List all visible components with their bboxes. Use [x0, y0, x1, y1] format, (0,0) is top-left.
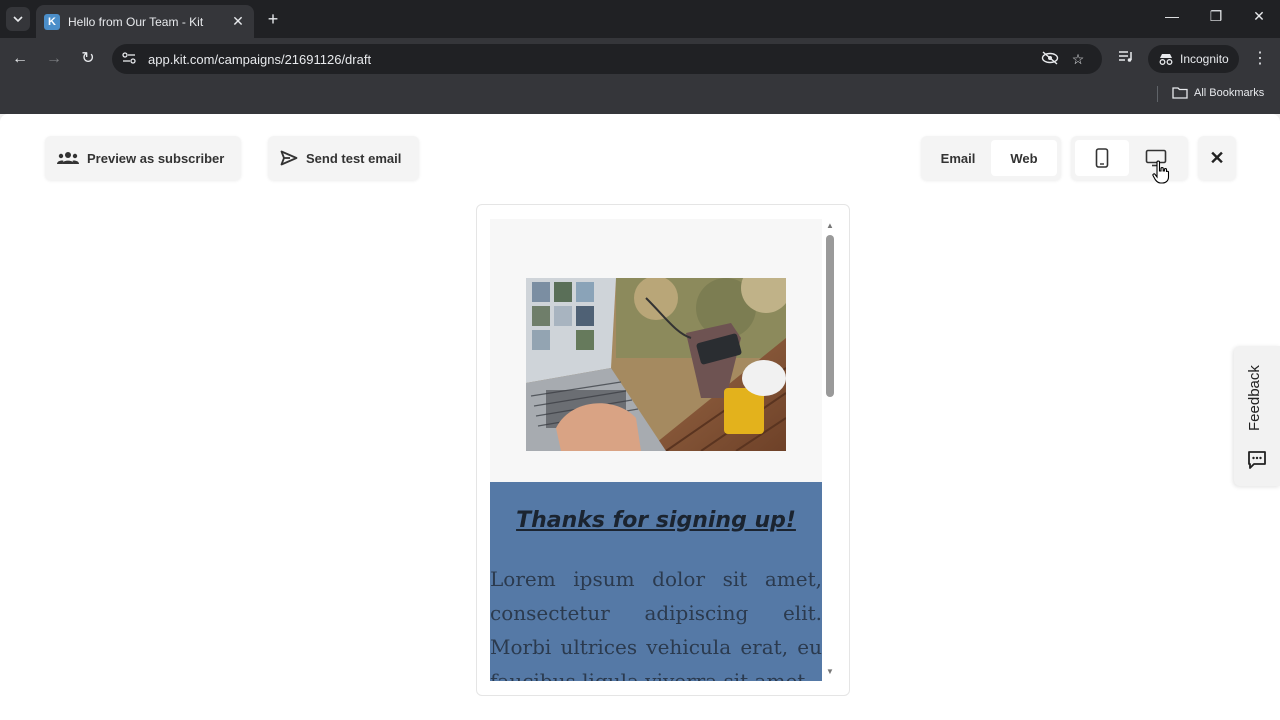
tab-email[interactable]: Email	[925, 140, 991, 176]
back-arrow-icon[interactable]: ←	[9, 48, 31, 70]
feedback-tab[interactable]: Feedback	[1234, 346, 1280, 486]
device-toggle	[1071, 136, 1188, 180]
new-tab-button[interactable]: +	[262, 8, 284, 30]
incognito-indicator[interactable]: Incognito	[1148, 45, 1239, 73]
bookmarks-divider	[1157, 86, 1158, 102]
site-info-icon[interactable]	[122, 51, 144, 67]
send-test-email-button[interactable]: Send test email	[268, 136, 419, 180]
forward-arrow-icon[interactable]: →	[43, 48, 65, 70]
email-body-text: Lorem ipsum dolor sit amet, consectetur …	[490, 567, 822, 681]
email-preview-frame: Thanks for signing up! Lorem ipsum dolor…	[476, 204, 850, 696]
preview-label: Preview as subscriber	[87, 150, 225, 166]
mobile-view-button[interactable]	[1075, 140, 1129, 176]
scroll-up-icon[interactable]: ▲	[824, 221, 836, 230]
url-text[interactable]: app.kit.com/campaigns/21691126/draft	[148, 52, 1036, 67]
close-preview-button[interactable]: ✕	[1198, 136, 1236, 180]
hand-cursor-icon	[1152, 160, 1170, 184]
send-test-label: Send test email	[306, 150, 402, 166]
tab-search-button[interactable]	[6, 7, 30, 31]
preview-scrollbar[interactable]: ▲ ▼	[824, 219, 836, 681]
scroll-down-icon[interactable]: ▼	[824, 667, 836, 676]
browser-menu-icon[interactable]: ⋮	[1250, 48, 1270, 68]
window-close-icon[interactable]: ✕	[1249, 8, 1269, 25]
view-mode-toggle: Email Web	[921, 136, 1061, 180]
folder-icon	[1172, 87, 1188, 99]
browser-tabbar: K Hello from Our Team - Kit ✕ + — ❐ ✕	[0, 0, 1280, 38]
feedback-label: Feedback	[1246, 365, 1263, 431]
mobile-phone-icon	[1095, 148, 1109, 168]
scroll-thumb[interactable]	[826, 235, 834, 397]
browser-toolbar: ← → ↻ app.kit.com/campaigns/21691126/dra…	[0, 38, 1280, 80]
all-bookmarks-label: All Bookmarks	[1194, 86, 1265, 99]
all-bookmarks-button[interactable]: All Bookmarks	[1172, 86, 1264, 99]
browser-tab-active[interactable]: K Hello from Our Team - Kit ✕	[36, 5, 254, 38]
email-body-block: Thanks for signing up! Lorem ipsum dolor…	[490, 482, 822, 681]
header-image	[526, 278, 786, 451]
bookmark-star-icon[interactable]: ☆	[1064, 51, 1092, 68]
chat-bubble-icon	[1248, 451, 1266, 469]
kit-favicon-icon: K	[44, 13, 60, 30]
tab-close-icon[interactable]: ✕	[230, 13, 246, 30]
incognito-label: Incognito	[1180, 52, 1229, 66]
tab-title: Hello from Our Team - Kit	[68, 14, 204, 29]
reload-icon[interactable]: ↻	[77, 48, 99, 70]
restore-icon[interactable]: ❐	[1206, 8, 1226, 25]
preview-page: Preview as subscriber Send test email Em…	[0, 114, 1280, 720]
bookmarks-bar	[0, 80, 1280, 114]
email-content[interactable]: Thanks for signing up! Lorem ipsum dolor…	[490, 219, 822, 681]
chevron-down-icon	[13, 16, 23, 23]
email-heading: Thanks for signing up!	[516, 508, 796, 533]
preview-as-subscriber-button[interactable]: Preview as subscriber	[45, 136, 241, 180]
minimize-icon[interactable]: —	[1162, 8, 1182, 24]
tab-web[interactable]: Web	[991, 140, 1057, 176]
eye-off-icon[interactable]	[1036, 50, 1064, 68]
address-bar[interactable]: app.kit.com/campaigns/21691126/draft ☆	[112, 44, 1102, 74]
incognito-icon	[1159, 54, 1173, 65]
media-controls-icon[interactable]	[1115, 48, 1137, 70]
send-icon	[280, 150, 298, 166]
users-icon	[57, 152, 79, 164]
